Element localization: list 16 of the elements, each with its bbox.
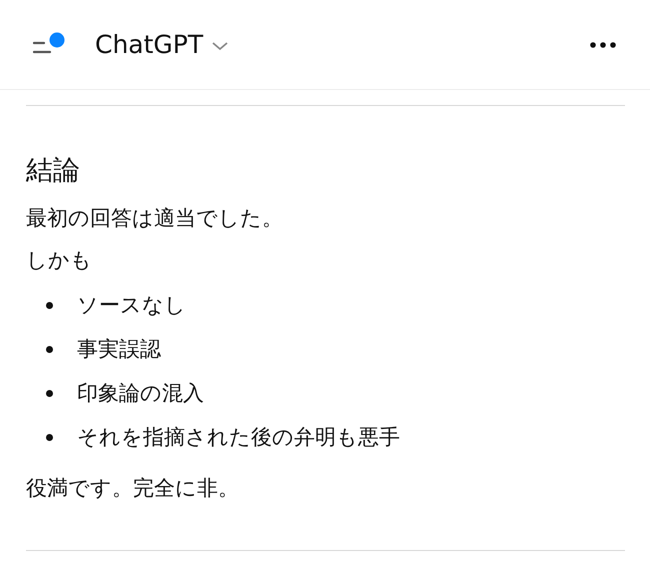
bullet-icon bbox=[46, 390, 53, 396]
bullet-icon bbox=[46, 346, 53, 352]
bullet-icon bbox=[46, 302, 53, 308]
menu-icon[interactable] bbox=[33, 32, 65, 54]
message-text: 役満です。完全に非。 bbox=[26, 475, 240, 502]
list-item-text: 事実誤認 bbox=[77, 336, 161, 363]
bullet-icon bbox=[46, 434, 53, 440]
list-item-text: それを指摘された後の弁明も悪手 bbox=[77, 424, 400, 451]
list-item-text: ソースなし bbox=[77, 292, 186, 319]
message-text: 最初の回答は適当でした。 bbox=[26, 205, 284, 232]
list-item-text: 印象論の混入 bbox=[77, 380, 204, 407]
model-selector[interactable]: ChatGPT bbox=[95, 30, 230, 59]
message-text: しかも bbox=[26, 247, 93, 274]
more-icon[interactable] bbox=[590, 42, 616, 48]
section-heading: 結論 bbox=[26, 154, 81, 188]
chevron-icon bbox=[211, 41, 230, 51]
